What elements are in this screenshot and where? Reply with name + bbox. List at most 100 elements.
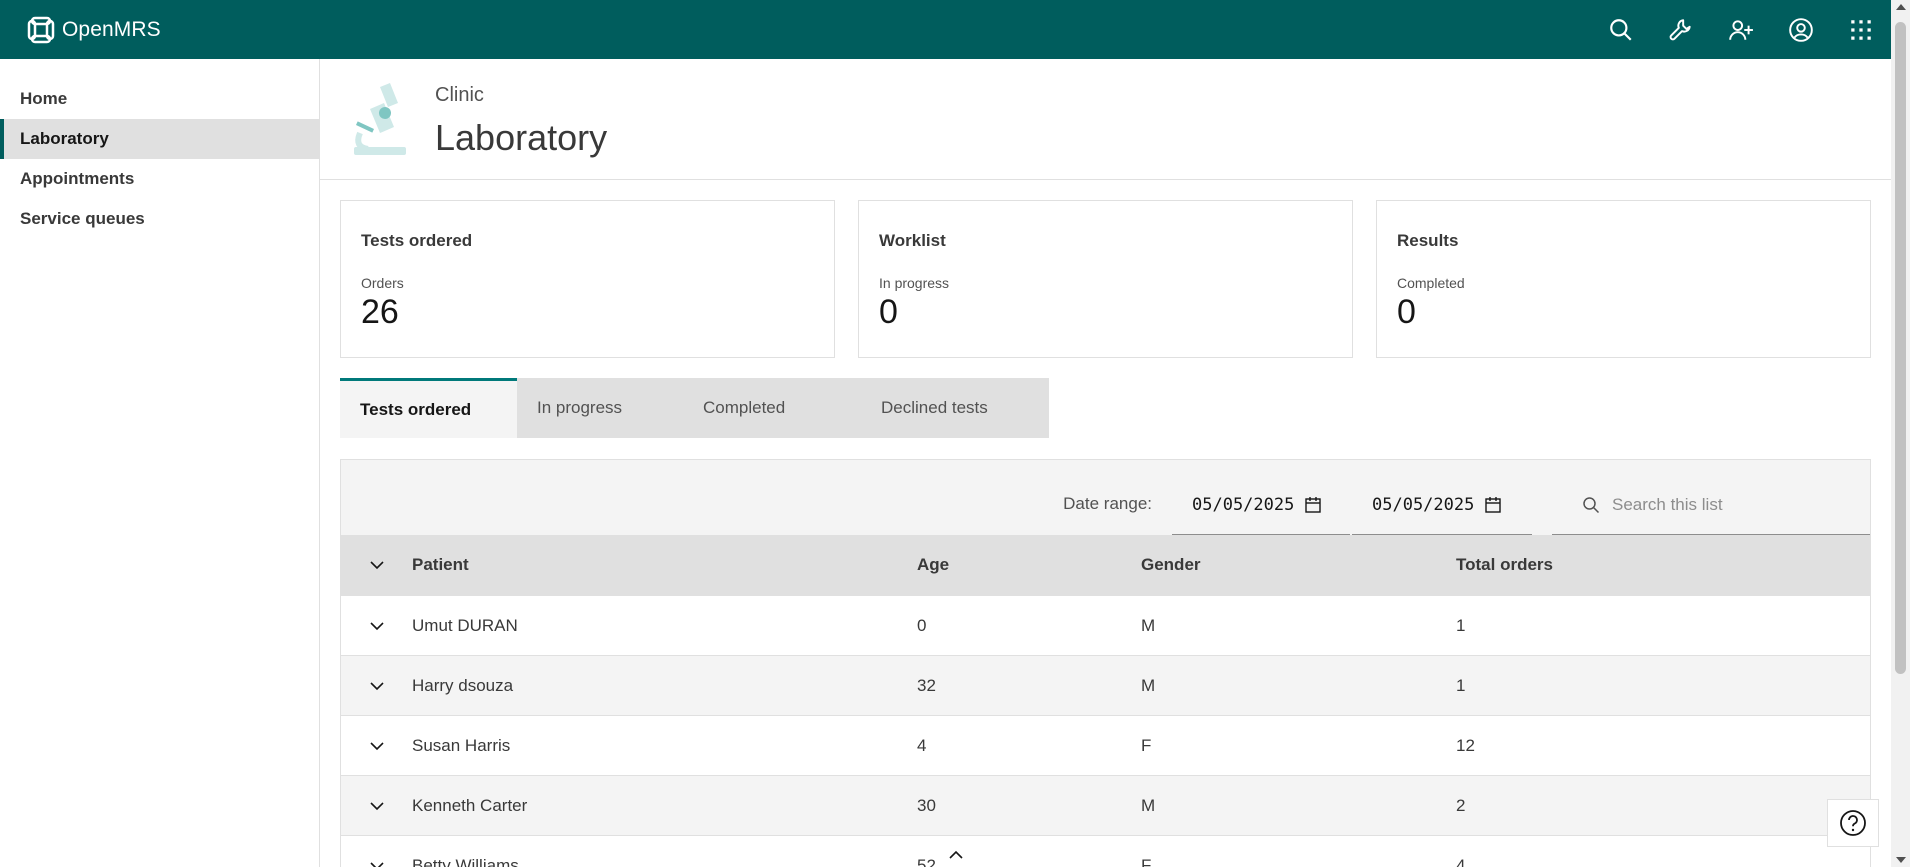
chevron-down-icon xyxy=(369,561,384,570)
end-date-picker[interactable]: 05/05/2025 xyxy=(1352,475,1532,535)
table-row[interactable]: Kenneth Carter 30 M 2 xyxy=(341,775,1870,835)
page-header: Clinic Laboratory xyxy=(320,59,1891,180)
results-card: Results Completed 0 xyxy=(1376,200,1871,358)
user-avatar-icon xyxy=(1789,17,1813,42)
cell-total-orders: 4 xyxy=(1456,855,1466,867)
chevron-down-icon xyxy=(369,741,384,750)
cell-gender: M xyxy=(1141,795,1156,815)
expand-all-button[interactable] xyxy=(341,556,412,574)
card-title: Tests ordered xyxy=(361,231,473,250)
search-button[interactable] xyxy=(1591,0,1651,59)
expand-row-button[interactable] xyxy=(341,617,412,635)
column-header-total-orders[interactable]: Total orders xyxy=(1456,555,1756,575)
tab-tests-ordered[interactable]: Tests ordered xyxy=(340,378,517,438)
cell-total-orders: 12 xyxy=(1456,735,1475,755)
chevron-down-icon xyxy=(369,801,384,810)
scroll-thumb[interactable] xyxy=(1895,22,1906,674)
cell-age: 30 xyxy=(917,795,936,815)
date-range-label: Date range: xyxy=(1063,494,1152,513)
app-name: OpenMRS xyxy=(62,17,161,41)
cell-patient: Susan Harris xyxy=(412,735,511,755)
table-toolbar: Date range: 05/05/2025 05/05/2025 xyxy=(341,460,1870,535)
table-row[interactable]: Harry dsouza 32 M 1 xyxy=(341,655,1870,715)
sidebar-item-laboratory[interactable]: Laboratory xyxy=(0,119,319,159)
calendar-icon[interactable] xyxy=(1484,496,1502,514)
sidebar-item-service-queues[interactable]: Service queues xyxy=(0,199,319,239)
tab-completed[interactable]: Completed xyxy=(683,378,861,438)
cell-total-orders: 2 xyxy=(1456,795,1466,815)
chevron-up-icon[interactable] xyxy=(948,849,964,861)
cell-gender: M xyxy=(1141,675,1156,695)
expand-row-button[interactable] xyxy=(341,737,412,755)
expand-row-button[interactable] xyxy=(341,797,412,815)
card-title: Worklist xyxy=(879,231,946,250)
tests-ordered-card: Tests ordered Orders 26 xyxy=(340,200,835,358)
cell-age: 32 xyxy=(917,675,936,695)
brand[interactable]: OpenMRS xyxy=(25,14,161,46)
page-scrollbar[interactable] xyxy=(1891,0,1910,867)
main-content: Clinic Laboratory Tests ordered Orders 2… xyxy=(320,59,1891,867)
table-search[interactable] xyxy=(1552,475,1870,535)
cell-patient: Umut DURAN xyxy=(412,615,518,635)
card-label: In progress xyxy=(879,275,950,291)
table-row[interactable]: Susan Harris 4 F 12 xyxy=(341,715,1870,775)
app-switcher-button[interactable] xyxy=(1831,0,1891,59)
cell-age: 4 xyxy=(917,735,927,755)
card-value: 0 xyxy=(1397,293,1416,331)
orders-table-container: Date range: 05/05/2025 05/05/2025 Patien… xyxy=(340,459,1871,867)
cell-total-orders: 1 xyxy=(1456,675,1466,695)
column-header-age[interactable]: Age xyxy=(917,555,1141,575)
app-switcher-icon xyxy=(1851,19,1871,40)
card-label: Orders xyxy=(361,275,404,291)
microscope-icon xyxy=(354,83,406,155)
cell-patient: Betty Williams xyxy=(412,855,519,867)
card-value: 26 xyxy=(361,293,399,331)
expand-row-button[interactable] xyxy=(341,677,412,695)
chevron-down-icon xyxy=(369,621,384,630)
help-button[interactable] xyxy=(1827,799,1879,847)
card-value: 0 xyxy=(879,293,898,331)
search-input[interactable] xyxy=(1612,494,1852,515)
cell-age: 0 xyxy=(917,615,927,635)
cell-gender: M xyxy=(1141,615,1156,635)
end-date-value: 05/05/2025 xyxy=(1372,494,1475,515)
tab-in-progress[interactable]: In progress xyxy=(517,378,683,438)
expand-row-button[interactable] xyxy=(341,857,412,867)
table-header: Patient Age Gender Total orders xyxy=(341,535,1870,595)
sidebar-item-home[interactable]: Home xyxy=(0,79,319,119)
cell-gender: F xyxy=(1141,735,1152,755)
table-row[interactable]: Umut DURAN 0 M 1 xyxy=(341,595,1870,655)
page-subtitle: Clinic xyxy=(435,84,484,106)
scroll-down-arrow[interactable] xyxy=(1896,857,1906,863)
start-date-value: 05/05/2025 xyxy=(1192,494,1295,515)
worklist-card: Worklist In progress 0 xyxy=(858,200,1353,358)
card-label: Completed xyxy=(1397,275,1465,291)
add-patient-button[interactable] xyxy=(1711,0,1771,59)
tools-button[interactable] xyxy=(1651,0,1711,59)
search-icon xyxy=(1610,18,1632,41)
wrench-icon xyxy=(1669,18,1691,40)
cell-patient: Harry dsouza xyxy=(412,675,514,695)
search-icon xyxy=(1583,496,1600,513)
tab-declined-tests[interactable]: Declined tests xyxy=(861,378,1049,438)
cell-patient: Kenneth Carter xyxy=(412,795,528,815)
column-header-patient[interactable]: Patient xyxy=(412,555,917,575)
side-navigation: Home Laboratory Appointments Service que… xyxy=(0,59,320,867)
table-row[interactable]: Betty Williams 52 F 4 xyxy=(341,835,1870,867)
add-user-icon xyxy=(1729,19,1753,40)
start-date-picker[interactable]: 05/05/2025 xyxy=(1172,475,1350,535)
scroll-up-arrow[interactable] xyxy=(1896,4,1906,10)
calendar-icon[interactable] xyxy=(1304,496,1322,514)
chevron-down-icon xyxy=(369,861,384,867)
page-title: Laboratory xyxy=(435,117,608,158)
help-icon xyxy=(1840,810,1866,836)
summary-cards: Tests ordered Orders 26 Worklist In prog… xyxy=(340,200,1871,358)
card-title: Results xyxy=(1397,231,1459,250)
column-header-gender[interactable]: Gender xyxy=(1141,555,1456,575)
top-navigation-bar: OpenMRS xyxy=(0,0,1891,59)
user-menu-button[interactable] xyxy=(1771,0,1831,59)
cell-gender: F xyxy=(1141,855,1152,867)
sidebar-item-appointments[interactable]: Appointments xyxy=(0,159,319,199)
chevron-down-icon xyxy=(369,681,384,690)
openmrs-logo-icon xyxy=(27,16,55,43)
